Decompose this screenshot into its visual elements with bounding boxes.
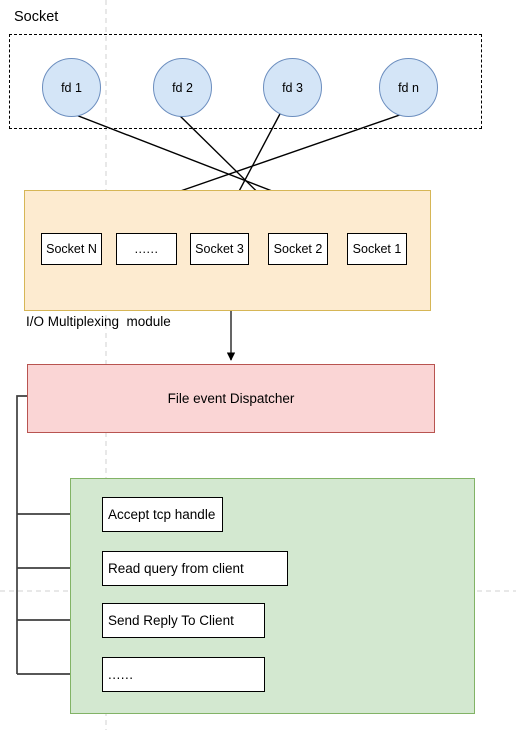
socket-group-label: Socket (14, 9, 59, 25)
socket-box-n[interactable]: Socket N (41, 233, 102, 265)
socket-box-n-label: Socket N (46, 242, 97, 256)
file-event-dispatcher-node[interactable]: File event Dispatcher (27, 364, 435, 433)
handler-ellipsis[interactable]: ...... (102, 657, 265, 692)
handler-accept-tcp[interactable]: Accept tcp handle (102, 497, 223, 532)
fd-node-3-label: fd 3 (282, 80, 303, 95)
socket-box-3[interactable]: Socket 3 (190, 233, 249, 265)
socket-box-3-label: Socket 3 (195, 242, 244, 256)
fd-node-2-label: fd 2 (172, 80, 193, 95)
handler-accept-tcp-label: Accept tcp handle (108, 507, 216, 522)
fd-node-1[interactable]: fd 1 (42, 58, 101, 117)
socket-box-2-label: Socket 2 (273, 242, 323, 256)
fd-node-3[interactable]: fd 3 (263, 58, 322, 117)
socket-box-ellipsis-label: ...... (134, 242, 159, 256)
handler-send-reply[interactable]: Send Reply To Client (102, 603, 265, 638)
socket-box-2[interactable]: Socket 2 (268, 233, 328, 265)
fd-node-n[interactable]: fd n (379, 58, 438, 117)
handler-read-query-label: Read query from client (108, 561, 244, 576)
socket-box-ellipsis[interactable]: ...... (116, 233, 177, 265)
file-event-dispatcher-label: File event Dispatcher (167, 391, 295, 406)
fd-node-1-label: fd 1 (61, 80, 82, 95)
socket-box-1[interactable]: Socket 1 (347, 233, 407, 265)
fd-node-n-label: fd n (398, 80, 419, 95)
diagram-canvas: Socket fd 1 fd 2 fd 3 fd n Socket N ....… (0, 0, 516, 730)
socket-box-1-label: Socket 1 (352, 242, 402, 256)
handler-read-query[interactable]: Read query from client (102, 551, 288, 586)
handler-send-reply-label: Send Reply To Client (108, 613, 234, 628)
io-multiplexing-caption: I/O Multiplexing module (26, 314, 171, 329)
fd-node-2[interactable]: fd 2 (153, 58, 212, 117)
handler-ellipsis-label: ...... (108, 667, 134, 682)
